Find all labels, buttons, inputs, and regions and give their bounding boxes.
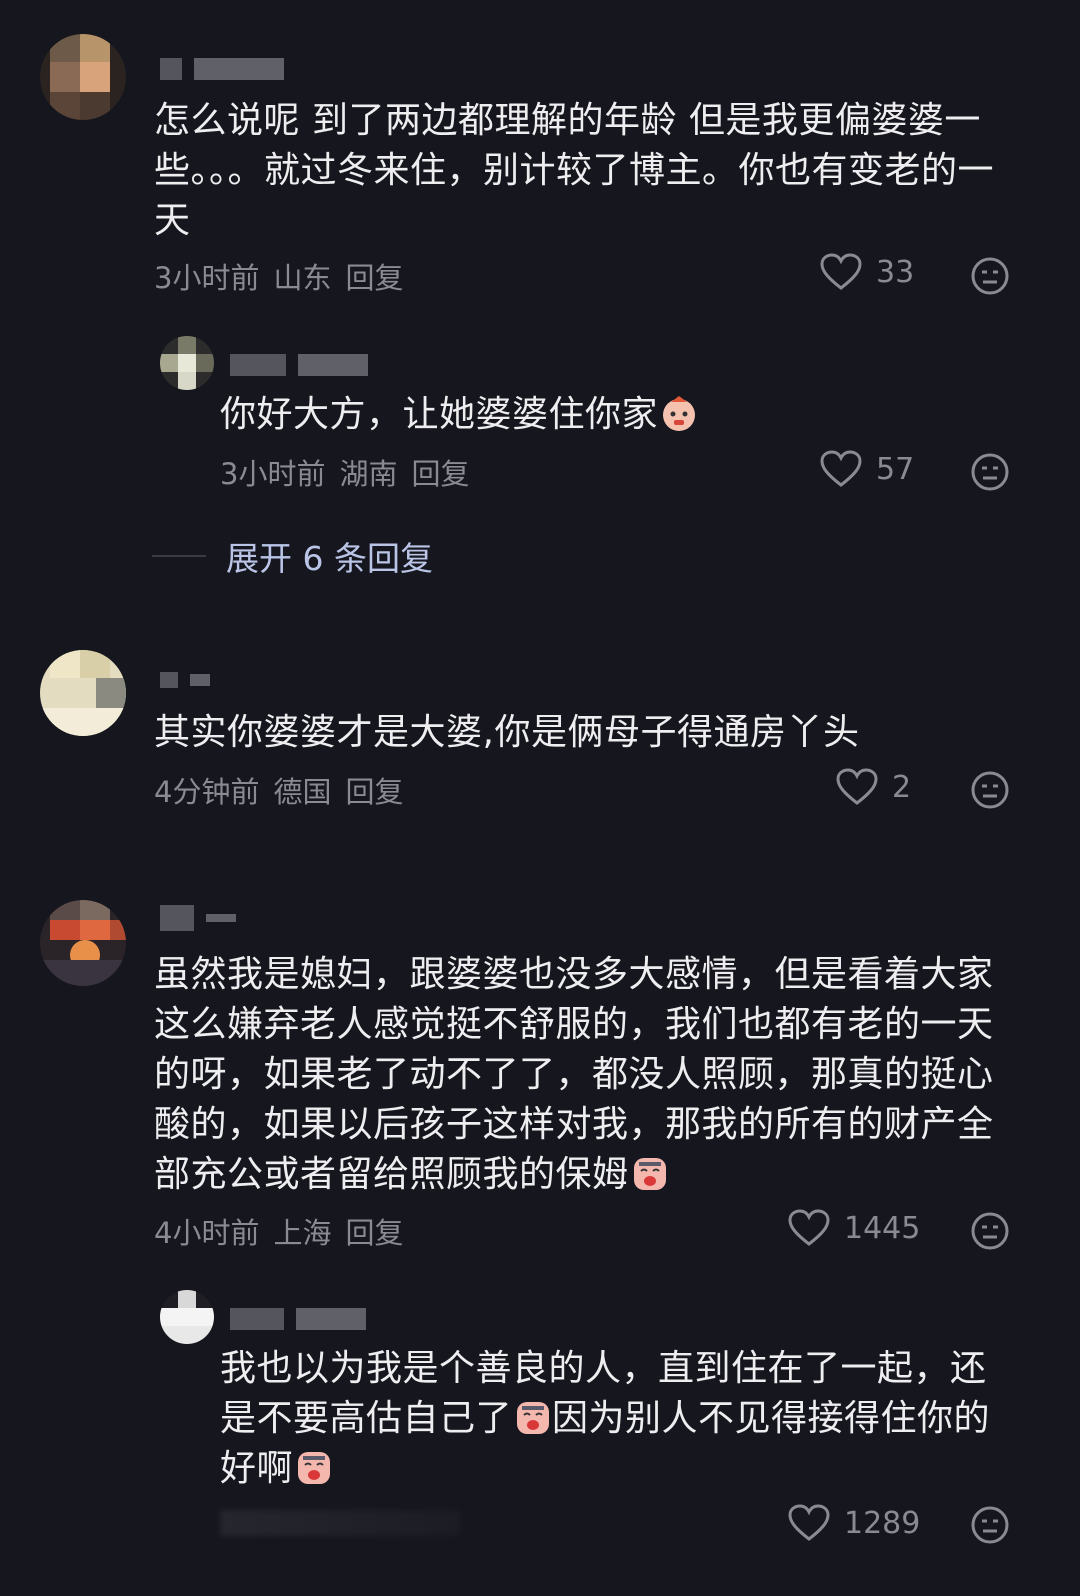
- like-count: 1445: [844, 1210, 921, 1246]
- like-button[interactable]: 33: [820, 253, 914, 291]
- dislike-face-icon[interactable]: [970, 1211, 1010, 1251]
- username[interactable]: [160, 905, 236, 931]
- comment-meta: 4小时前 上海 回复: [154, 1210, 403, 1252]
- avatar[interactable]: [40, 650, 126, 736]
- crying-emoji-icon: [633, 1158, 666, 1190]
- heart-icon: [788, 1209, 830, 1246]
- username[interactable]: [230, 1308, 366, 1330]
- reply-button[interactable]: 回复: [411, 451, 469, 493]
- heart-icon: [836, 768, 878, 805]
- avatar[interactable]: [40, 900, 126, 986]
- comment-time: 4分钟前: [154, 775, 260, 809]
- heart-icon: [820, 253, 862, 290]
- like-button[interactable]: 1289: [788, 1504, 920, 1542]
- reply-button[interactable]: 回复: [345, 769, 403, 811]
- like-count: 33: [876, 254, 915, 290]
- comment-meta: 3小时前 山东 回复: [154, 255, 403, 297]
- like-button[interactable]: 1445: [788, 1209, 920, 1247]
- comment-text: 虽然我是媳妇，跟婆婆也没多大感情，但是看着大家这么嫌弃老人感觉挺不舒服的，我们也…: [154, 950, 1024, 1200]
- comment-text: 我也以为我是个善良的人，直到住在了一起，还是不要高估自己了 因为别人不见得接得住…: [220, 1344, 1020, 1494]
- dislike-face-icon[interactable]: [970, 452, 1010, 492]
- comment-body: 虽然我是媳妇，跟婆婆也没多大感情，但是看着大家这么嫌弃老人感觉挺不舒服的，我们也…: [154, 954, 994, 1195]
- reply-text: 你好大方，让她婆婆住你家: [220, 394, 659, 435]
- expand-replies-button[interactable]: 展开 6 条回复: [152, 532, 433, 580]
- comment-meta: 3小时前 湖南 回复: [220, 451, 469, 493]
- dislike-face-icon[interactable]: [970, 1505, 1010, 1545]
- heart-icon: [820, 450, 862, 487]
- reply-button[interactable]: 回复: [345, 255, 403, 297]
- avatar[interactable]: [160, 336, 214, 390]
- like-count: 57: [876, 451, 915, 487]
- comment-time: 3小时前: [220, 457, 326, 491]
- comment-text: 你好大方，让她婆婆住你家: [220, 390, 1020, 440]
- divider-line: [152, 555, 206, 557]
- dislike-face-icon[interactable]: [970, 770, 1010, 810]
- crying-emoji-icon: [517, 1402, 550, 1434]
- like-count: 1289: [844, 1505, 921, 1541]
- comment-location: 德国: [273, 775, 332, 809]
- reply-button[interactable]: 回复: [345, 1210, 403, 1252]
- comment-text: 怎么说呢 到了两边都理解的年龄 但是我更偏婆婆一些。。。就过冬来住，别计较了博主…: [154, 100, 995, 241]
- comment-time: 4小时前: [154, 1216, 260, 1250]
- avatar[interactable]: [160, 1290, 214, 1344]
- comment-location: 湖南: [339, 457, 398, 491]
- comment-time: 3小时前: [154, 261, 260, 295]
- heart-icon: [788, 1504, 830, 1541]
- face-emoji-icon: [663, 396, 696, 431]
- expand-replies-label: 展开 6 条回复: [226, 539, 433, 578]
- comment-location: 山东: [273, 261, 332, 295]
- comment-meta: 4分钟前 德国 回复: [154, 769, 403, 811]
- like-count: 2: [892, 769, 912, 805]
- crying-emoji-icon: [298, 1452, 331, 1484]
- dislike-face-icon[interactable]: [970, 256, 1010, 296]
- like-button[interactable]: 57: [820, 450, 914, 488]
- comment-location: 上海: [273, 1216, 332, 1250]
- username[interactable]: [160, 58, 284, 80]
- avatar[interactable]: [40, 34, 126, 120]
- username[interactable]: [160, 672, 210, 688]
- comment-meta-blurred: [220, 1510, 460, 1536]
- comment-text: 其实你婆婆才是大婆,你是俩母子得通房丫头: [154, 712, 860, 753]
- like-button[interactable]: 2: [836, 768, 911, 806]
- username[interactable]: [230, 354, 368, 376]
